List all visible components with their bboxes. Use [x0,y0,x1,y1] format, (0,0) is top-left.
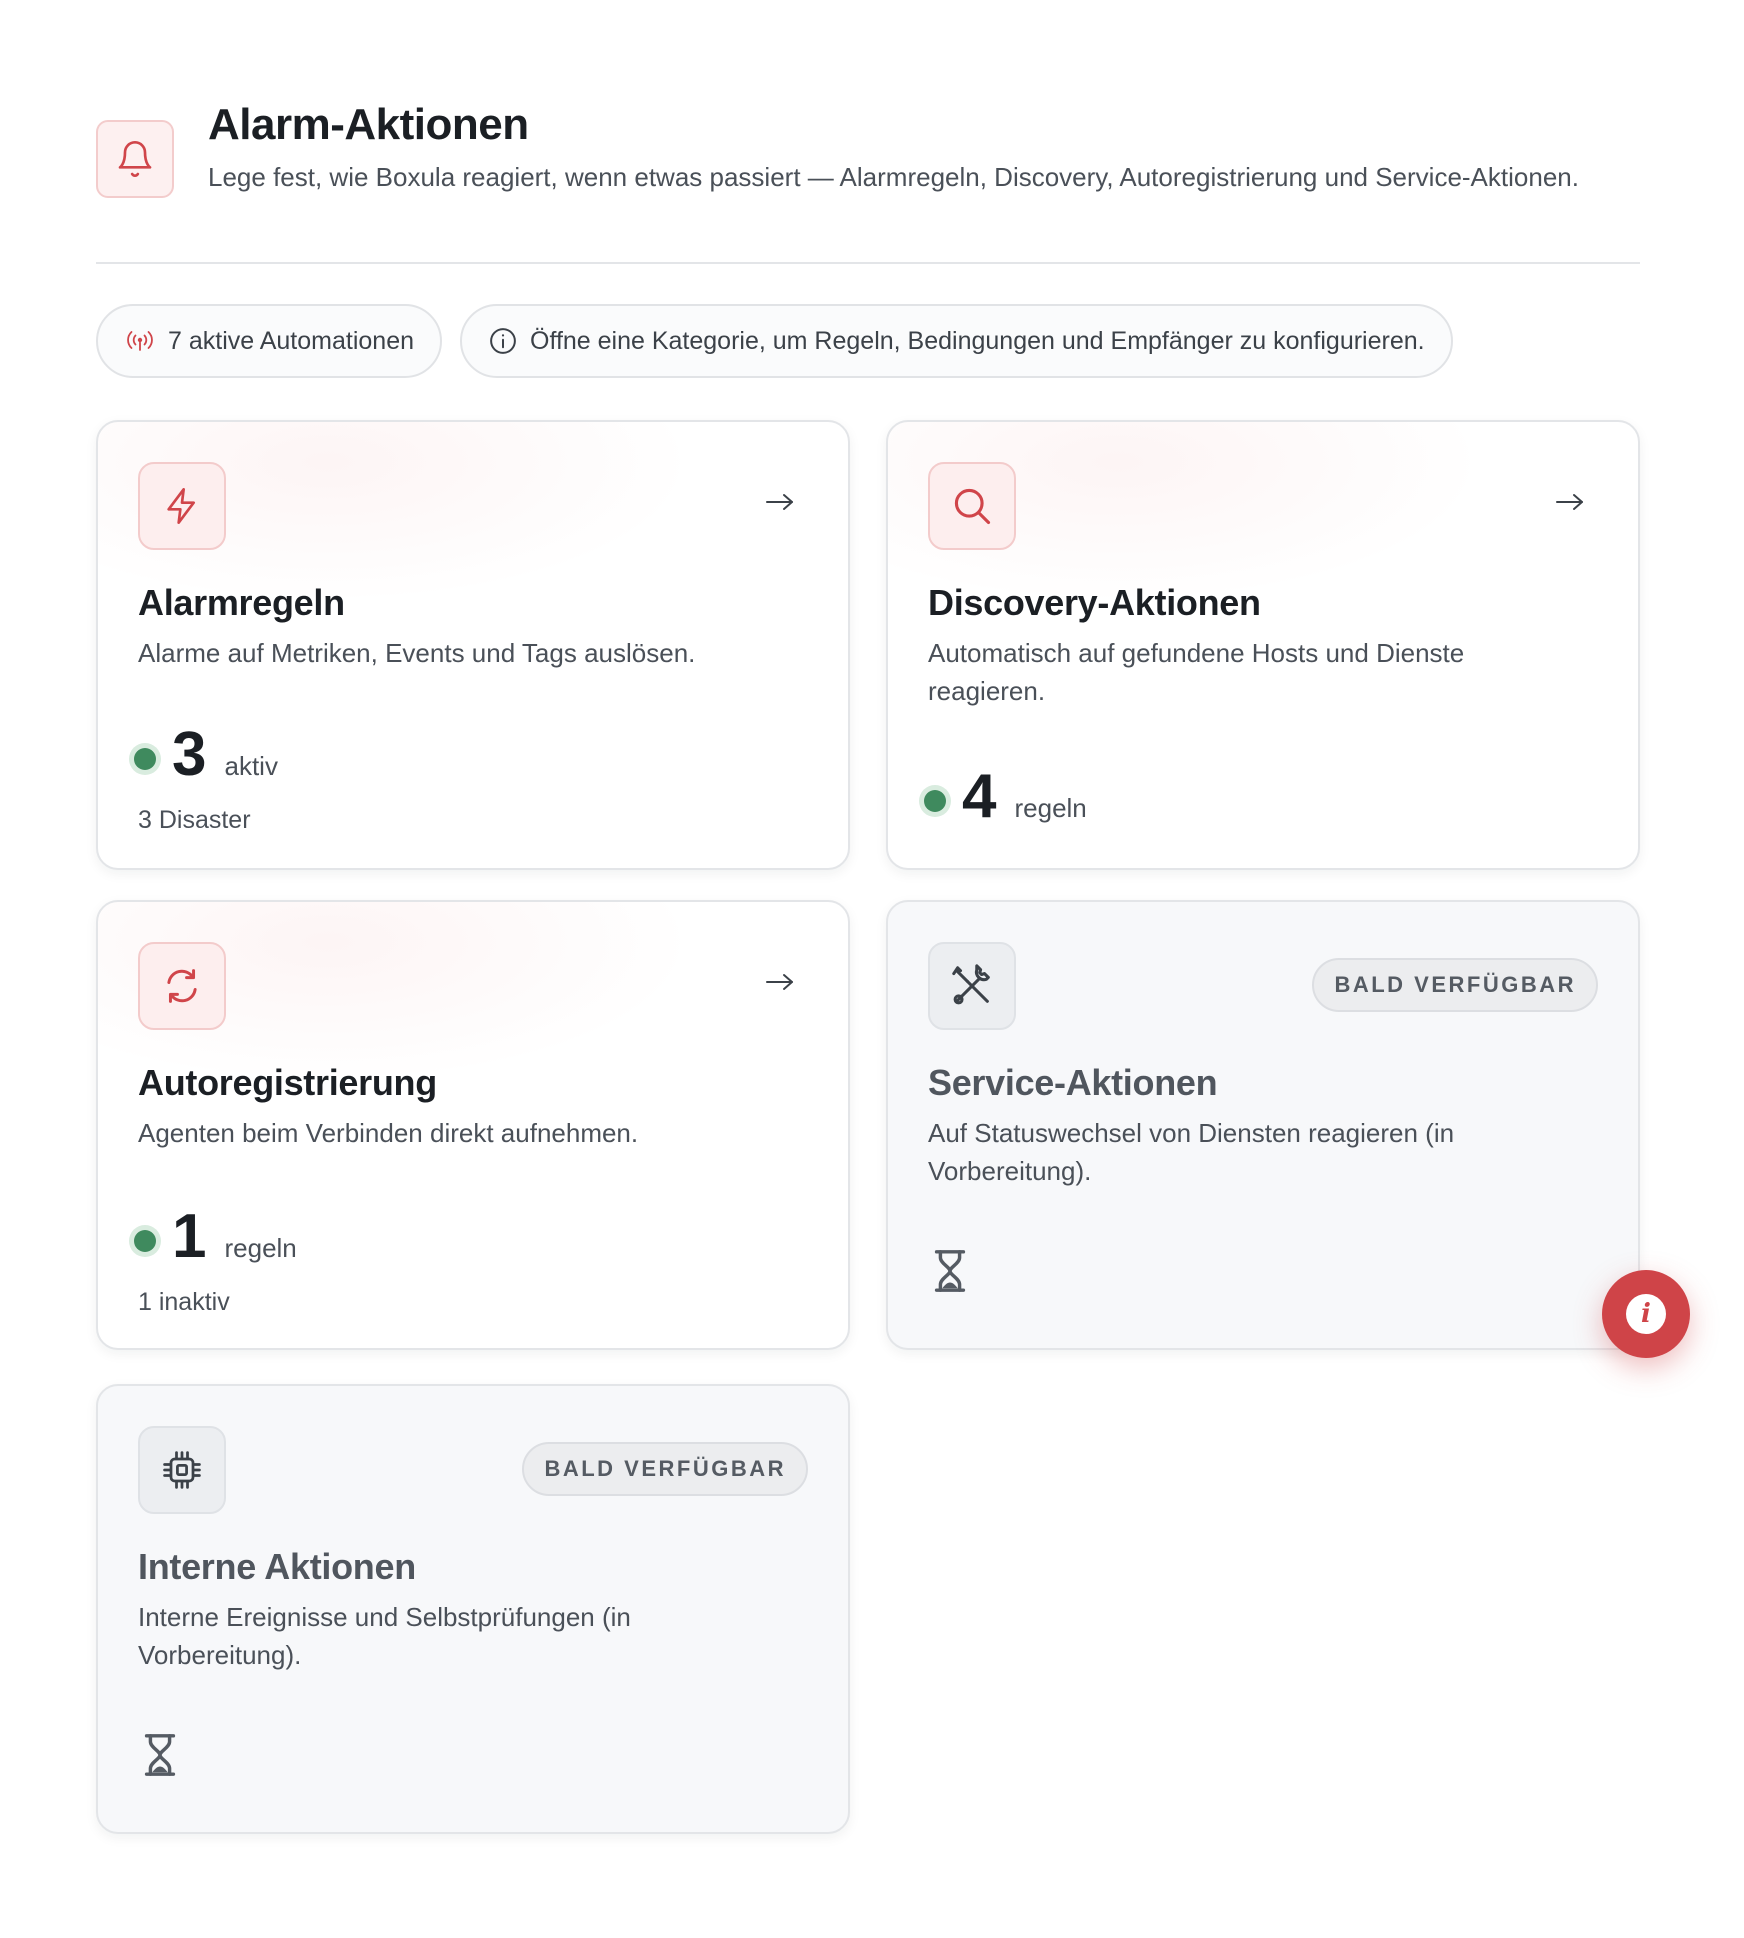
page-subtitle: Lege fest, wie Boxula reagiert, wenn etw… [208,162,1579,192]
page-title: Alarm-Aktionen [208,100,529,149]
card-stat: 4 regeln [924,766,1087,828]
arrow-right-icon[interactable] [764,970,796,994]
coming-soon-badge: BALD VERFÜGBAR [1312,958,1598,1012]
status-dot [134,1230,156,1252]
card-autoregistrierung[interactable]: Autoregistrierung Agenten beim Verbinden… [96,900,850,1350]
card-title: Alarmregeln [138,582,345,623]
card-title: Service-Aktionen [928,1062,1218,1103]
info-fab-button[interactable]: i [1602,1270,1690,1358]
card-interne-aktionen: BALD VERFÜGBAR Interne Aktionen Interne … [96,1384,850,1834]
card-alarmregeln[interactable]: Alarmregeln Alarme auf Metriken, Events … [96,420,850,870]
card-description: Interne Ereignisse und Selbstprüfungen (… [138,1602,631,1670]
stat-count: 1 [172,1202,207,1271]
card-description: Alarme auf Metriken, Events und Tags aus… [138,638,696,668]
stat-unit: regeln [224,1233,297,1263]
header-divider [96,262,1640,264]
stat-subtext: 3 Disaster [138,806,251,834]
card-service-aktionen: BALD VERFÜGBAR Service-Aktionen Auf Stat… [886,900,1640,1350]
hourglass-icon [930,1248,970,1299]
card-description: Agenten beim Verbinden direkt aufnehmen. [138,1118,639,1148]
active-automations-pill: 7 aktive Automationen [96,304,442,378]
status-dot [134,748,156,770]
category-hint-pill: Öffne eine Kategorie, um Regeln, Bedingu… [460,304,1453,378]
status-dot [924,790,946,812]
card-title: Autoregistrierung [138,1062,437,1103]
header-text: Alarm-Aktionen Lege fest, wie Boxula rea… [208,100,1608,195]
card-title: Interne Aktionen [138,1546,416,1587]
card-description: Auf Statuswechsel von Diensten reagieren… [928,1118,1455,1186]
stat-unit: aktiv [224,751,278,781]
refresh-icon [138,942,226,1030]
info-icon: i [1626,1294,1666,1334]
active-automations-label: 7 aktive Automationen [168,326,414,355]
coming-soon-badge: BALD VERFÜGBAR [522,1442,808,1496]
broadcast-icon [124,328,156,354]
arrow-right-icon[interactable] [764,490,796,514]
card-description: Automatisch auf gefundene Hosts und Dien… [928,638,1465,706]
card-discovery-aktionen[interactable]: Discovery-Aktionen Automatisch auf gefun… [886,420,1640,870]
chip-icon [138,1426,226,1514]
page-header: Alarm-Aktionen Lege fest, wie Boxula rea… [96,100,1640,198]
stat-subtext: 1 inaktiv [138,1288,230,1316]
stat-count: 4 [962,762,997,831]
lightning-icon [138,462,226,550]
arrow-right-icon[interactable] [1554,490,1586,514]
stat-count: 3 [172,720,207,789]
hourglass-icon [140,1732,180,1783]
card-title: Discovery-Aktionen [928,582,1261,623]
info-pills: 7 aktive Automationen Öffne eine Kategor… [96,304,1453,378]
search-icon [928,462,1016,550]
info-icon [488,326,518,356]
card-stat: 1 regeln [134,1206,297,1268]
tools-icon [928,942,1016,1030]
stat-unit: regeln [1014,793,1087,823]
category-hint-label: Öffne eine Kategorie, um Regeln, Bedingu… [530,326,1425,355]
card-stat: 3 aktiv [134,724,278,786]
bell-icon [96,120,174,198]
